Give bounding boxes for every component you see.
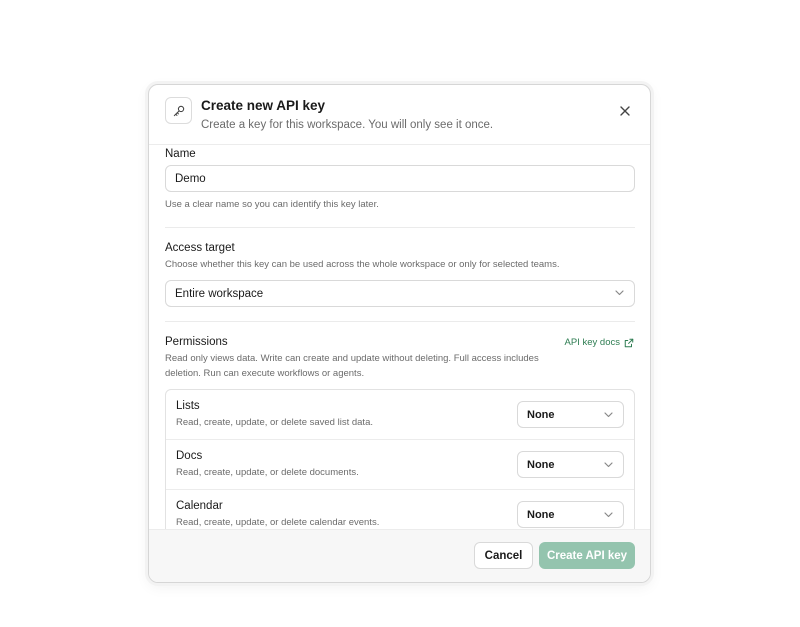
permission-level-value: None: [527, 408, 555, 421]
permissions-help-line-1: Read only views data. Write can create a…: [165, 353, 539, 364]
permission-row-docs: Docs Read, create, update, or delete doc…: [166, 440, 634, 490]
chevron-down-icon: [604, 412, 613, 418]
access-target-label: Access target: [165, 242, 235, 254]
dialog-footer: Cancel Create API key: [149, 529, 650, 582]
access-target-selected-value: Entire workspace: [175, 287, 264, 300]
permission-name: Lists: [176, 400, 200, 412]
dialog-subtitle: Create a key for this workspace. You wil…: [201, 119, 494, 131]
external-link-icon: [624, 338, 634, 347]
name-help-text: Use a clear name so you can identify thi…: [165, 199, 379, 210]
chevron-down-icon: [615, 290, 624, 296]
permissions-help-line-2: deletion. Run can execute workflows or a…: [165, 368, 365, 379]
permissions-list: Lists Read, create, update, or delete sa…: [165, 389, 635, 530]
key-icon-container: [165, 97, 192, 124]
close-icon: [620, 106, 630, 116]
permission-description: Read, create, update, or delete document…: [176, 467, 359, 478]
create-api-key-button[interactable]: Create API key: [539, 542, 635, 569]
permission-row-calendar: Calendar Read, create, update, or delete…: [166, 490, 634, 530]
permission-description: Read, create, update, or delete calendar…: [176, 517, 380, 528]
permission-level-value: None: [527, 458, 555, 471]
key-icon: [173, 105, 184, 116]
dialog-header: Create new API key Create a key for this…: [149, 85, 650, 145]
api-key-docs-link-label: API key docs: [564, 337, 620, 348]
section-divider: [165, 227, 635, 228]
create-api-key-dialog: Create new API key Create a key for this…: [148, 84, 651, 583]
permission-level-select-lists[interactable]: None: [517, 401, 624, 428]
close-button[interactable]: [614, 100, 636, 122]
permission-row-lists: Lists Read, create, update, or delete sa…: [166, 390, 634, 440]
dialog-title: Create new API key: [201, 98, 326, 113]
permission-level-select-calendar[interactable]: None: [517, 501, 624, 528]
cancel-button[interactable]: Cancel: [474, 542, 533, 569]
chevron-down-icon: [604, 512, 613, 518]
name-input[interactable]: Demo: [165, 165, 635, 192]
name-input-value: Demo: [175, 172, 206, 185]
permission-name: Calendar: [176, 500, 223, 512]
permission-name: Docs: [176, 450, 203, 462]
permission-level-value: None: [527, 508, 555, 521]
access-target-select[interactable]: Entire workspace: [165, 280, 635, 307]
dialog-body[interactable]: Name Demo Use a clear name so you can id…: [149, 145, 650, 530]
chevron-down-icon: [604, 462, 613, 468]
api-key-docs-link[interactable]: API key docs: [565, 337, 634, 348]
section-divider: [165, 321, 635, 322]
name-label: Name: [165, 148, 196, 160]
permissions-label: Permissions: [165, 336, 228, 348]
permission-description: Read, create, update, or delete saved li…: [176, 417, 373, 428]
access-target-help-text: Choose whether this key can be used acro…: [165, 259, 560, 270]
permission-level-select-docs[interactable]: None: [517, 451, 624, 478]
